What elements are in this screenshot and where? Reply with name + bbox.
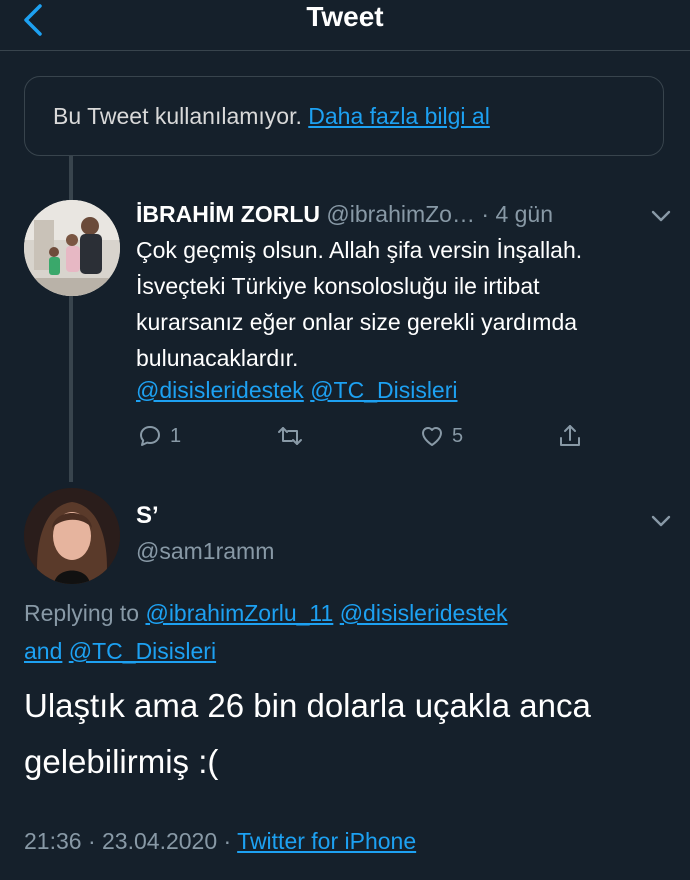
share-button[interactable] [556,418,590,454]
author-handle[interactable]: @sam1ramm [136,538,274,565]
author-name[interactable]: İBRAHİM ZORLU [136,201,320,227]
mention-link[interactable]: @disisleridestek [136,377,304,403]
like-button[interactable]: 5 [418,418,463,454]
top-bar: Tweet [0,0,690,51]
reply-tweet-text: Çok geçmiş olsun. Allah şifa versin İnşa… [136,237,583,371]
author-name[interactable]: S’ [136,502,159,530]
tweet-date: 23.04.2020 [102,828,218,854]
separator: · [81,828,103,854]
mention-link[interactable]: @ibrahimZorlu_11 [145,600,333,626]
like-count: 5 [452,424,464,447]
avatar[interactable] [24,200,120,296]
chevron-down-icon[interactable] [650,510,672,532]
avatar[interactable] [24,488,120,584]
reply-tweet-header: İBRAHİM ZORLU @ibrahimZo… · 4 gün [136,197,656,231]
separator: · [217,828,238,854]
retweet-button[interactable] [276,418,310,454]
reply-count: 1 [170,424,182,447]
main-tweet-text: Ulaştık ama 26 bin dolarla uçakla anca g… [24,687,591,780]
replying-to: Replying to @ibrahimZorlu_11 @disislerid… [24,594,664,670]
replying-and[interactable]: and [24,638,62,664]
mention-link[interactable]: @disisleridestek [340,600,508,626]
reply-tweet-mentions: @disisleridestek @TC_Disisleri [136,372,458,408]
tweet-time: 4 gün [495,201,553,227]
thread-line [69,296,73,482]
learn-more-link[interactable]: Daha fazla bilgi al [308,103,490,130]
heart-icon [422,427,442,446]
replying-prefix: Replying to [24,600,146,626]
mention-link[interactable]: @TC_Disisleri [310,377,457,403]
thread-line [69,156,73,200]
reply-button[interactable]: 1 [136,418,181,454]
mention-link[interactable]: @TC_Disisleri [69,638,216,664]
reply-icon [140,426,160,446]
share-icon [560,425,580,446]
author-handle[interactable]: @ibrahimZo… [326,201,475,227]
separator: · [474,201,496,227]
retweet-icon [278,427,302,445]
chevron-down-icon[interactable] [650,205,672,227]
tweet-source-link[interactable]: Twitter for iPhone [237,828,416,854]
notice-text: Bu Tweet kullanılamıyor. [53,102,309,129]
unavailable-tweet-notice: Bu Tweet kullanılamıyor. Daha fazla bilg… [24,76,664,156]
tweet-time: 21:36 [24,828,82,854]
page-title: Tweet [306,1,384,32]
tweet-meta: 21:36 · 23.04.2020 · Twitter for iPhone [24,828,416,855]
tweet-actions: 1 5 [136,418,596,454]
